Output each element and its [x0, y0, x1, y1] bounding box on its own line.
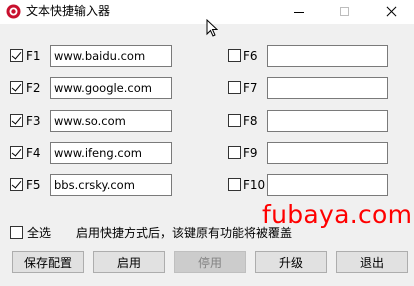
hint-text: 启用快捷方式后，该键原有功能将被覆盖: [76, 226, 293, 240]
disable-button[interactable]: 停用: [174, 251, 246, 273]
label-f1: F1: [26, 49, 41, 63]
checkbox-f6[interactable]: [228, 49, 241, 62]
exit-button[interactable]: 退出: [336, 251, 408, 273]
label-f2: F2: [26, 81, 41, 95]
close-button[interactable]: [368, 0, 414, 24]
checkbox-f5[interactable]: [10, 178, 23, 191]
maximize-button[interactable]: [322, 0, 368, 24]
text-field-f1[interactable]: [50, 45, 172, 67]
label-f4: F4: [26, 146, 41, 160]
label-f9: F9: [243, 146, 258, 160]
label-f6: F6: [243, 49, 258, 63]
text-field-f5[interactable]: [50, 174, 172, 196]
mouse-cursor-icon: [206, 18, 219, 38]
label-f3: F3: [26, 114, 41, 128]
checkbox-f10[interactable]: [228, 178, 241, 191]
checkbox-f9[interactable]: [228, 146, 241, 159]
text-field-f6[interactable]: [267, 45, 388, 67]
upgrade-button[interactable]: 升级: [255, 251, 327, 273]
label-f7: F7: [243, 81, 258, 95]
text-field-f8[interactable]: [267, 110, 388, 132]
enable-button[interactable]: 启用: [93, 251, 165, 273]
label-f5: F5: [26, 178, 41, 192]
text-field-f2[interactable]: [50, 77, 172, 99]
text-field-f4[interactable]: [50, 142, 172, 164]
checkbox-f1[interactable]: [10, 49, 23, 62]
app-icon: [6, 4, 21, 19]
text-field-f3[interactable]: [50, 110, 172, 132]
checkbox-f2[interactable]: [10, 81, 23, 94]
checkbox-f3[interactable]: [10, 114, 23, 127]
checkbox-f8[interactable]: [228, 114, 241, 127]
checkbox-f4[interactable]: [10, 146, 23, 159]
window-title: 文本快捷输入器: [26, 4, 111, 18]
select-all-checkbox[interactable]: [10, 226, 23, 239]
text-field-f9[interactable]: [267, 142, 388, 164]
label-f8: F8: [243, 114, 258, 128]
save-config-button[interactable]: 保存配置: [12, 251, 84, 273]
text-field-f7[interactable]: [267, 77, 388, 99]
minimize-button[interactable]: [276, 0, 322, 24]
label-f10: F10: [243, 178, 266, 192]
checkbox-f7[interactable]: [228, 81, 241, 94]
text-field-f10[interactable]: [267, 174, 388, 196]
select-all-label[interactable]: 全选: [27, 226, 51, 240]
